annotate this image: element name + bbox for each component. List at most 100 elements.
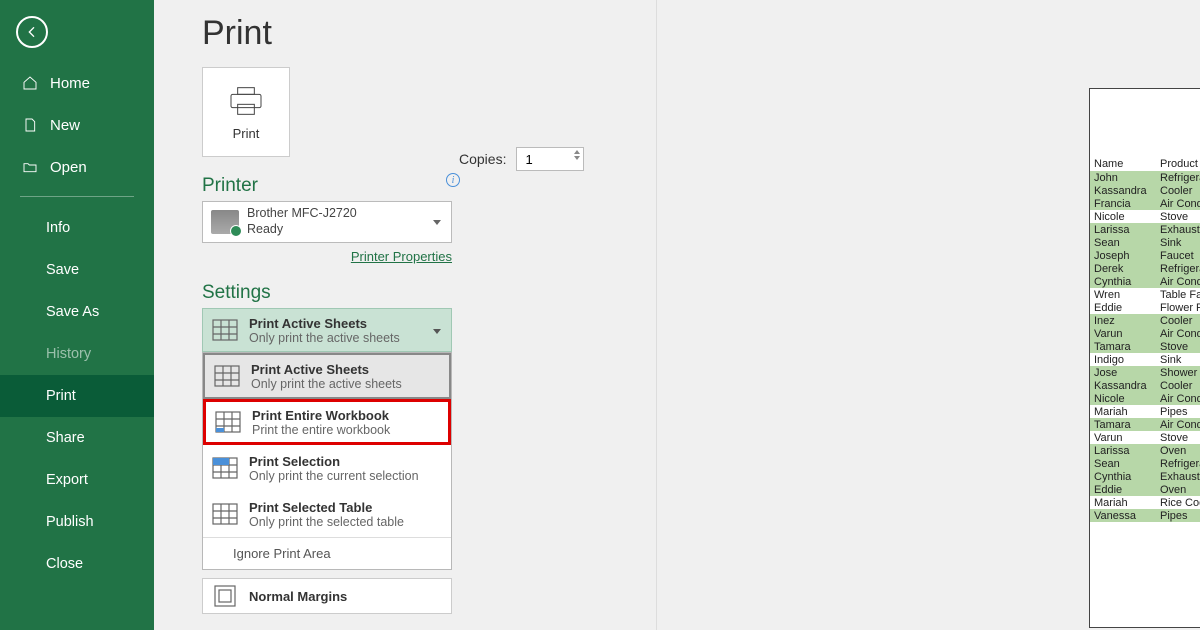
table-row: MariahRice Cooker7 [1090,496,1200,509]
table-row: JoseShower head6 [1090,366,1200,379]
margins-icon [211,584,239,608]
option-print-selected-table[interactable]: Print Selected Table Only print the sele… [203,491,451,537]
table-row: KassandraCooler8 [1090,184,1200,197]
table-row: TamaraAir Conditioner8 [1090,418,1200,431]
sidebar-item-info[interactable]: Info [0,207,154,249]
option-title: Print Active Sheets [249,316,400,331]
info-icon[interactable]: i [446,173,460,187]
option-title: Normal Margins [249,589,347,604]
margins-select[interactable]: Normal Margins [202,578,452,614]
sidebar-item-label: History [46,346,91,362]
option-print-active-sheets[interactable]: Print Active Sheets Only print the activ… [203,353,451,399]
option-title: Print Selection [249,454,419,469]
table-row: FranciaAir Conditioner6 [1090,197,1200,210]
printer-status: Ready [247,222,357,238]
copies-input[interactable]: 1 [516,147,584,171]
table-row: EddieOven7 [1090,483,1200,496]
table-row: MariahPipes5 [1090,405,1200,418]
sidebar-item-print[interactable]: Print [0,375,154,417]
table-row: NicoleStove8 [1090,210,1200,223]
file-icon [22,117,40,133]
option-title: Print Entire Workbook [252,408,390,423]
spinner-icon[interactable] [574,150,580,160]
sidebar-item-label: Save [46,262,79,278]
table-row: IndigoSink9 [1090,353,1200,366]
print-button[interactable]: Print [202,67,290,157]
page-title: Print [202,14,1200,53]
sidebar-item-label: Publish [46,514,94,530]
option-title: Print Active Sheets [251,362,402,377]
table-row: SeanSink7 [1090,236,1200,249]
option-subtitle: Only print the active sheets [251,377,402,391]
printer-name: Brother MFC-J2720 [247,206,357,222]
selection-icon [211,456,239,480]
home-icon [22,75,40,91]
sidebar-item-save[interactable]: Save [0,249,154,291]
table-row: LarissaOven9 [1090,444,1200,457]
table-row: LarissaExhaust Fan5 [1090,223,1200,236]
printer-heading: Printer i [202,175,1200,197]
option-subtitle: Only print the active sheets [249,331,400,345]
sidebar-item-label: New [50,117,80,134]
printer-device-icon [211,210,239,234]
printer-icon [226,84,266,118]
printer-select[interactable]: Brother MFC-J2720 Ready [202,201,452,243]
option-ignore-print-area[interactable]: Ignore Print Area [203,537,451,569]
col-header: Name [1090,157,1156,171]
print-scope-select[interactable]: Print Active Sheets Only print the activ… [202,308,452,352]
backstage-sidebar: Home New Open Info Save Save As History … [0,0,154,630]
chevron-down-icon [433,220,441,225]
vertical-divider [656,0,657,630]
table-row: CynthiaAir Conditioner8 [1090,275,1200,288]
folder-open-icon [22,159,40,175]
table-row: VarunStove7 [1090,431,1200,444]
copies-label: Copies: [459,151,506,167]
workbook-icon [214,410,242,434]
table-row: NicoleAir Conditioner6 [1090,392,1200,405]
table-row: JohnRefrigerator9 [1090,171,1200,184]
table-row: VarunAir Conditioner9 [1090,327,1200,340]
back-button[interactable] [16,16,48,48]
sidebar-item-home[interactable]: Home [0,62,154,104]
table-icon [211,502,239,526]
table-row: DerekRefrigerator7 [1090,262,1200,275]
option-print-selection[interactable]: Print Selection Only print the current s… [203,445,451,491]
sidebar-item-history[interactable]: History [0,333,154,375]
sidebar-item-label: Export [46,472,88,488]
sidebar-item-publish[interactable]: Publish [0,501,154,543]
option-title: Print Selected Table [249,500,404,515]
table-row: SeanRefrigerator7 [1090,457,1200,470]
table-row: CynthiaExhaust Fan9 [1090,470,1200,483]
print-preview: Name Product Sales JohnRefrigerator9Kass… [1089,88,1200,628]
printer-properties-link[interactable]: Printer Properties [351,249,452,264]
table-row: KassandraCooler7 [1090,379,1200,392]
settings-heading: Settings [202,282,1200,304]
sidebar-item-new[interactable]: New [0,104,154,146]
table-row: EddieFlower Pot5 [1090,301,1200,314]
option-subtitle: Only print the current selection [249,469,419,483]
sidebar-item-label: Print [46,388,76,404]
option-print-entire-workbook[interactable]: Print Entire Workbook Print the entire w… [203,399,451,445]
sidebar-item-export[interactable]: Export [0,459,154,501]
col-header: Product [1156,157,1200,171]
sidebar-item-close[interactable]: Close [0,543,154,585]
sidebar-item-saveas[interactable]: Save As [0,291,154,333]
copies-value: 1 [525,152,532,167]
sidebar-item-label: Close [46,556,83,572]
main-area: Print Print Copies: 1 Printer i Brother … [154,0,1200,630]
arrow-left-icon [24,24,40,40]
print-scope-dropdown: Print Active Sheets Only print the activ… [202,352,452,570]
sheet-icon [213,364,241,388]
sheet-icon [211,318,239,342]
sidebar-item-share[interactable]: Share [0,417,154,459]
sidebar-item-label: Share [46,430,85,446]
sidebar-item-open[interactable]: Open [0,146,154,188]
table-row: WrenTable Fan8 [1090,288,1200,301]
sidebar-item-label: Home [50,75,90,92]
chevron-down-icon [433,329,441,334]
sidebar-item-label: Save As [46,304,99,320]
sidebar-item-label: Info [46,220,70,236]
table-row: TamaraStove6 [1090,340,1200,353]
table-row: VanessaPipes7 [1090,509,1200,522]
sidebar-separator [20,196,134,197]
